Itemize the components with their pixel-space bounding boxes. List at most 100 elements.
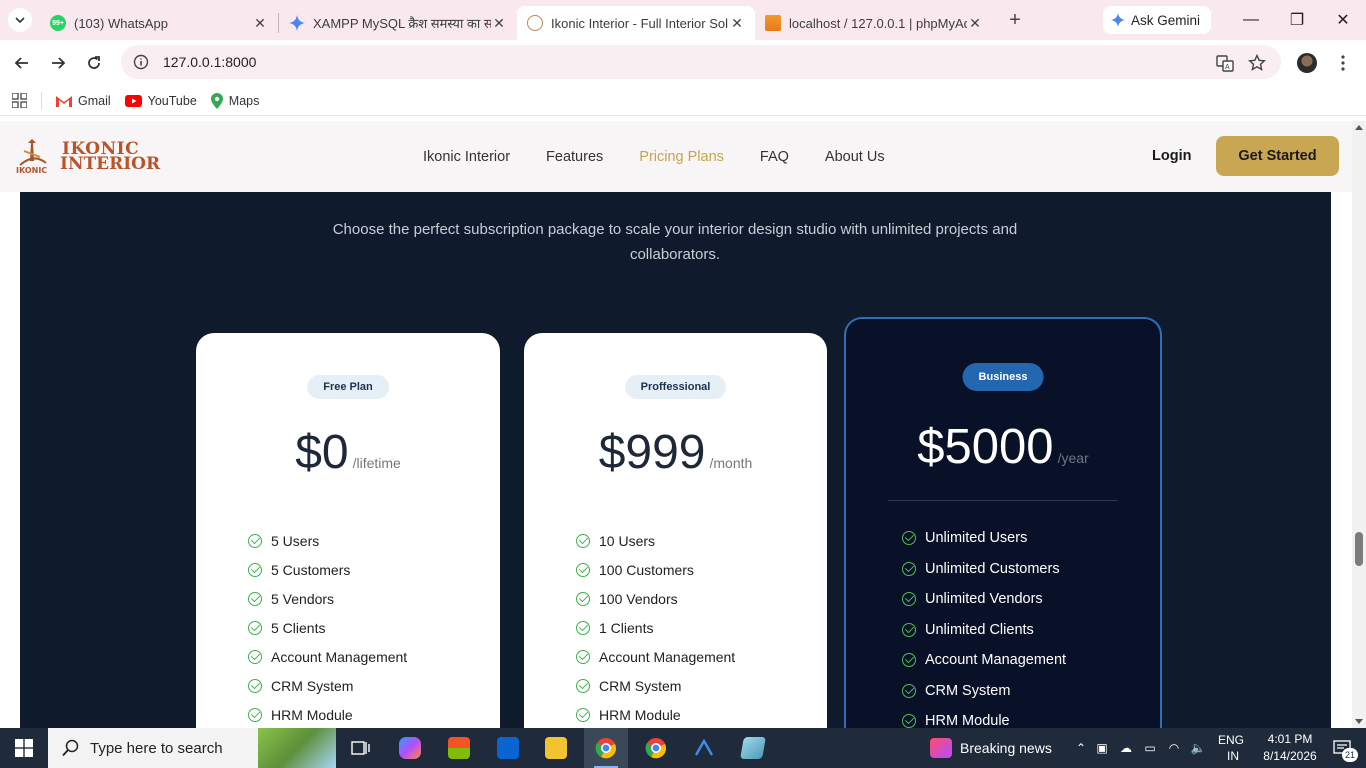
- check-circle-icon: [248, 678, 262, 693]
- arduino-ide-icon[interactable]: [688, 732, 720, 764]
- search-icon: [62, 739, 79, 757]
- site-info-icon[interactable]: [133, 54, 149, 70]
- bookmark-maps[interactable]: Maps: [210, 92, 259, 109]
- nav-faq[interactable]: FAQ: [760, 149, 789, 165]
- back-button[interactable]: [4, 45, 40, 81]
- feature-label: Unlimited Clients: [925, 621, 1034, 638]
- close-icon[interactable]: ✕: [252, 15, 268, 32]
- page-scrollbar[interactable]: [1352, 121, 1366, 728]
- tab-title: (103) WhatsApp: [74, 15, 168, 31]
- tab-whatsapp[interactable]: 99+ (103) WhatsApp ✕: [40, 6, 278, 40]
- taskbar-clock[interactable]: 4:01 PM 8/14/2026: [1257, 731, 1323, 765]
- nav-about-us[interactable]: About Us: [825, 149, 885, 165]
- feature-label: 5 Clients: [271, 619, 326, 636]
- maps-pin-icon: [210, 92, 223, 109]
- notification-center-button[interactable]: 21: [1324, 728, 1360, 768]
- feature-label: Unlimited Users: [925, 530, 1028, 547]
- forward-button[interactable]: [40, 45, 76, 81]
- login-link[interactable]: Login: [1152, 148, 1191, 164]
- chevron-up-icon[interactable]: ⌃: [1072, 741, 1090, 755]
- pricing-card-business: Business $5000/year Unlimited Users Unli…: [844, 317, 1162, 728]
- reload-button[interactable]: [76, 45, 112, 81]
- close-window-button[interactable]: ✕: [1320, 0, 1366, 40]
- app-icon[interactable]: [737, 732, 769, 764]
- site-logo[interactable]: IKONIC INTERIOR IKONIC: [16, 137, 160, 177]
- bookmark-star-icon[interactable]: [1243, 49, 1271, 77]
- tab-gemini-xampp[interactable]: XAMPP MySQL क्रैश समस्या का स ✕: [279, 6, 517, 40]
- feature-list: Unlimited Users Unlimited Customers Unli…: [902, 523, 1066, 728]
- feature-label: HRM Module: [925, 713, 1010, 728]
- windows-logo-icon: [15, 739, 33, 757]
- notification-count-badge: 21: [1342, 748, 1358, 762]
- tab-ikonic-interior[interactable]: Ikonic Interior - Full Interior Sol ✕: [517, 6, 755, 40]
- pricing-card-free: Free Plan $0/lifetime 5 Users 5 Customer…: [196, 333, 500, 728]
- feature-label: 10 Users: [599, 532, 656, 549]
- tab-phpmyadmin[interactable]: localhost / 127.0.0.1 | phpMyAd ✕: [755, 6, 993, 40]
- onedrive-icon[interactable]: ☁: [1114, 741, 1138, 755]
- news-widget[interactable]: Breaking news: [930, 728, 1052, 768]
- scroll-up-arrow-icon[interactable]: [1355, 125, 1363, 130]
- feature-item: Unlimited Vendors: [902, 584, 1066, 615]
- profile-avatar[interactable]: [1297, 53, 1317, 73]
- address-bar[interactable]: 127.0.0.1:8000: [121, 45, 1281, 79]
- task-view-icon[interactable]: [344, 732, 376, 764]
- feature-label: 5 Customers: [271, 561, 351, 578]
- logo-line2: INTERIOR: [60, 154, 161, 174]
- feature-item: 100 Customers: [576, 555, 735, 584]
- feature-label: 5 Users: [271, 532, 320, 549]
- language-indicator[interactable]: ENG IN: [1218, 728, 1244, 768]
- ask-gemini-button[interactable]: Ask Gemini: [1103, 6, 1211, 34]
- nav-pricing-plans[interactable]: Pricing Plans: [639, 149, 724, 165]
- price-amount: $0: [295, 426, 349, 479]
- nav-ikonic-interior[interactable]: Ikonic Interior: [423, 149, 510, 165]
- bookmark-youtube[interactable]: YouTube: [124, 94, 197, 108]
- check-circle-icon: [576, 678, 590, 693]
- plan-badge: Business: [962, 363, 1044, 391]
- bookmark-separator: [41, 91, 42, 110]
- check-circle-icon: [902, 714, 916, 728]
- pricing-lead-text: Choose the perfect subscription package …: [332, 221, 1018, 263]
- microsoft-store-icon[interactable]: [443, 732, 475, 764]
- check-circle-icon: [248, 620, 262, 635]
- windows-taskbar: Type here to search Breaking news ⌃ ▣ ☁ …: [0, 728, 1366, 768]
- get-started-button[interactable]: Get Started: [1216, 136, 1339, 176]
- gemini-icon: [289, 15, 305, 31]
- feature-label: HRM Module: [599, 706, 681, 723]
- close-icon[interactable]: ✕: [967, 15, 983, 32]
- feature-list: 5 Users 5 Customers 5 Vendors 5 Clients …: [248, 526, 407, 728]
- outlook-icon[interactable]: [492, 732, 524, 764]
- volume-icon[interactable]: 🔈: [1186, 741, 1210, 755]
- scroll-down-arrow-icon[interactable]: [1355, 719, 1363, 724]
- tab-search-button[interactable]: [0, 0, 40, 40]
- chrome-profile-taskbar-icon[interactable]: [584, 728, 628, 768]
- scrollbar-thumb[interactable]: [1355, 532, 1363, 566]
- minimize-button[interactable]: —: [1228, 0, 1274, 40]
- file-explorer-icon[interactable]: [540, 732, 572, 764]
- meet-now-icon[interactable]: ▣: [1090, 741, 1114, 755]
- feature-label: 5 Vendors: [271, 590, 335, 607]
- close-icon[interactable]: ✕: [491, 15, 507, 32]
- battery-icon[interactable]: ▭: [1138, 741, 1162, 755]
- nav-features[interactable]: Features: [546, 149, 603, 165]
- bookmark-gmail[interactable]: Gmail: [56, 94, 111, 108]
- search-highlight-image: [258, 728, 336, 768]
- apps-grid-icon[interactable]: [12, 93, 27, 108]
- restore-button[interactable]: ❐: [1274, 0, 1320, 40]
- start-button[interactable]: [0, 728, 48, 768]
- feature-item: CRM System: [248, 671, 407, 700]
- close-icon[interactable]: ✕: [729, 15, 745, 32]
- feature-label: Account Management: [599, 648, 736, 665]
- ask-gemini-label: Ask Gemini: [1131, 12, 1201, 28]
- translate-icon[interactable]: A: [1211, 49, 1239, 77]
- taskbar-search-box[interactable]: Type here to search: [48, 728, 336, 768]
- wifi-icon[interactable]: ◠: [1162, 741, 1186, 755]
- news-label: Breaking news: [960, 740, 1052, 756]
- clock-time: 4:01 PM: [1267, 732, 1313, 746]
- more-menu-icon[interactable]: [1329, 49, 1357, 77]
- new-tab-button[interactable]: +: [999, 4, 1031, 36]
- chrome-icon[interactable]: [640, 732, 672, 764]
- feature-label: HRM Module: [271, 706, 353, 723]
- copilot-icon[interactable]: [394, 732, 426, 764]
- reload-icon: [88, 56, 100, 69]
- bookmarks-bar: Gmail YouTube Maps: [0, 86, 1366, 116]
